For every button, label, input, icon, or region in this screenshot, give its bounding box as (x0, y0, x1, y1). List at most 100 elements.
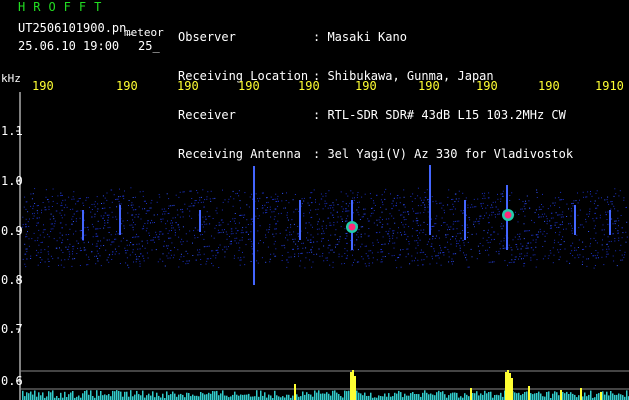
noise-pixel (571, 232, 573, 234)
noise-pixel (478, 220, 480, 222)
noise-pixel (79, 217, 81, 219)
noise-pixel (456, 240, 458, 242)
noise-pixel (561, 224, 563, 225)
noise-pixel (178, 196, 180, 198)
noise-pixel (303, 242, 304, 244)
noise-pixel (168, 252, 170, 254)
noise-pixel (490, 234, 492, 236)
noise-pixel (52, 188, 54, 190)
noise-pixel (410, 196, 412, 197)
noise-pixel (508, 262, 510, 264)
noise-pixel (498, 253, 500, 255)
noise-pixel (240, 259, 242, 261)
noise-pixel (489, 241, 491, 243)
noise-pixel (390, 193, 391, 195)
noise-pixel (228, 246, 229, 248)
noise-pixel (463, 244, 465, 246)
histogram-bar (244, 394, 246, 400)
noise-pixel (603, 229, 605, 231)
noise-pixel (519, 253, 521, 255)
noise-pixel (72, 253, 73, 255)
noise-pixel (215, 257, 217, 259)
noise-pixel (364, 208, 366, 210)
noise-pixel (286, 217, 288, 219)
histogram-bar (194, 395, 196, 400)
noise-pixel (69, 243, 71, 245)
noise-pixel (330, 224, 332, 226)
noise-pixel (105, 249, 107, 251)
noise-pixel (582, 191, 584, 193)
noise-pixel (121, 233, 123, 235)
histogram-bar (570, 392, 572, 400)
noise-pixel (218, 222, 220, 224)
noise-pixel (135, 261, 137, 263)
noise-pixel (626, 236, 628, 238)
noise-pixel (309, 241, 311, 243)
noise-pixel (510, 247, 512, 248)
noise-pixel (465, 254, 467, 256)
noise-pixel (562, 221, 563, 223)
noise-pixel (476, 258, 478, 260)
noise-pixel (621, 227, 623, 229)
noise-pixel (333, 204, 335, 206)
noise-pixel (58, 264, 59, 266)
noise-pixel (53, 238, 55, 240)
noise-pixel (491, 211, 493, 213)
noise-pixel (590, 200, 592, 202)
noise-pixel (130, 242, 132, 243)
noise-pixel (327, 207, 329, 209)
noise-pixel (614, 223, 616, 225)
noise-pixel (473, 221, 475, 223)
noise-pixel (179, 229, 180, 231)
noise-pixel (590, 191, 591, 192)
noise-pixel (332, 266, 334, 268)
noise-pixel (560, 239, 562, 240)
histogram-bar (116, 390, 118, 400)
noise-pixel (96, 250, 98, 252)
noise-pixel (417, 237, 419, 239)
noise-pixel (107, 256, 109, 258)
noise-pixel (497, 198, 499, 200)
noise-pixel (501, 223, 503, 225)
noise-pixel (201, 224, 203, 226)
noise-pixel (213, 237, 215, 239)
noise-pixel (614, 188, 616, 190)
noise-pixel (152, 222, 154, 224)
noise-pixel (328, 244, 330, 246)
histogram-bar (202, 393, 204, 400)
noise-pixel (477, 245, 479, 247)
noise-pixel (304, 267, 306, 269)
noise-pixel (61, 204, 63, 206)
noise-pixel (163, 211, 165, 212)
noise-pixel (477, 198, 479, 200)
noise-pixel (24, 263, 26, 265)
noise-pixel (382, 219, 383, 221)
noise-pixel (566, 216, 568, 217)
histogram-bar (516, 393, 518, 400)
noise-pixel (115, 238, 117, 240)
noise-pixel (478, 250, 480, 252)
noise-pixel (51, 196, 53, 197)
noise-pixel (417, 205, 419, 207)
noise-pixel (558, 234, 560, 236)
noise-pixel (25, 236, 27, 238)
noise-pixel (365, 253, 367, 255)
noise-pixel (382, 256, 384, 258)
noise-pixel (340, 191, 342, 193)
noise-pixel (211, 250, 212, 252)
noise-pixel (453, 206, 455, 208)
noise-pixel (114, 238, 115, 240)
noise-pixel (68, 234, 70, 235)
noise-pixel (141, 240, 143, 242)
noise-pixel (137, 248, 139, 250)
noise-pixel (97, 253, 99, 255)
noise-pixel (512, 239, 514, 241)
noise-pixel (226, 238, 228, 240)
noise-pixel (232, 218, 234, 220)
noise-pixel (73, 213, 75, 215)
noise-pixel (75, 210, 77, 212)
noise-pixel (368, 250, 370, 252)
noise-pixel (362, 226, 364, 228)
noise-pixel (23, 206, 25, 208)
noise-pixel (25, 266, 27, 268)
